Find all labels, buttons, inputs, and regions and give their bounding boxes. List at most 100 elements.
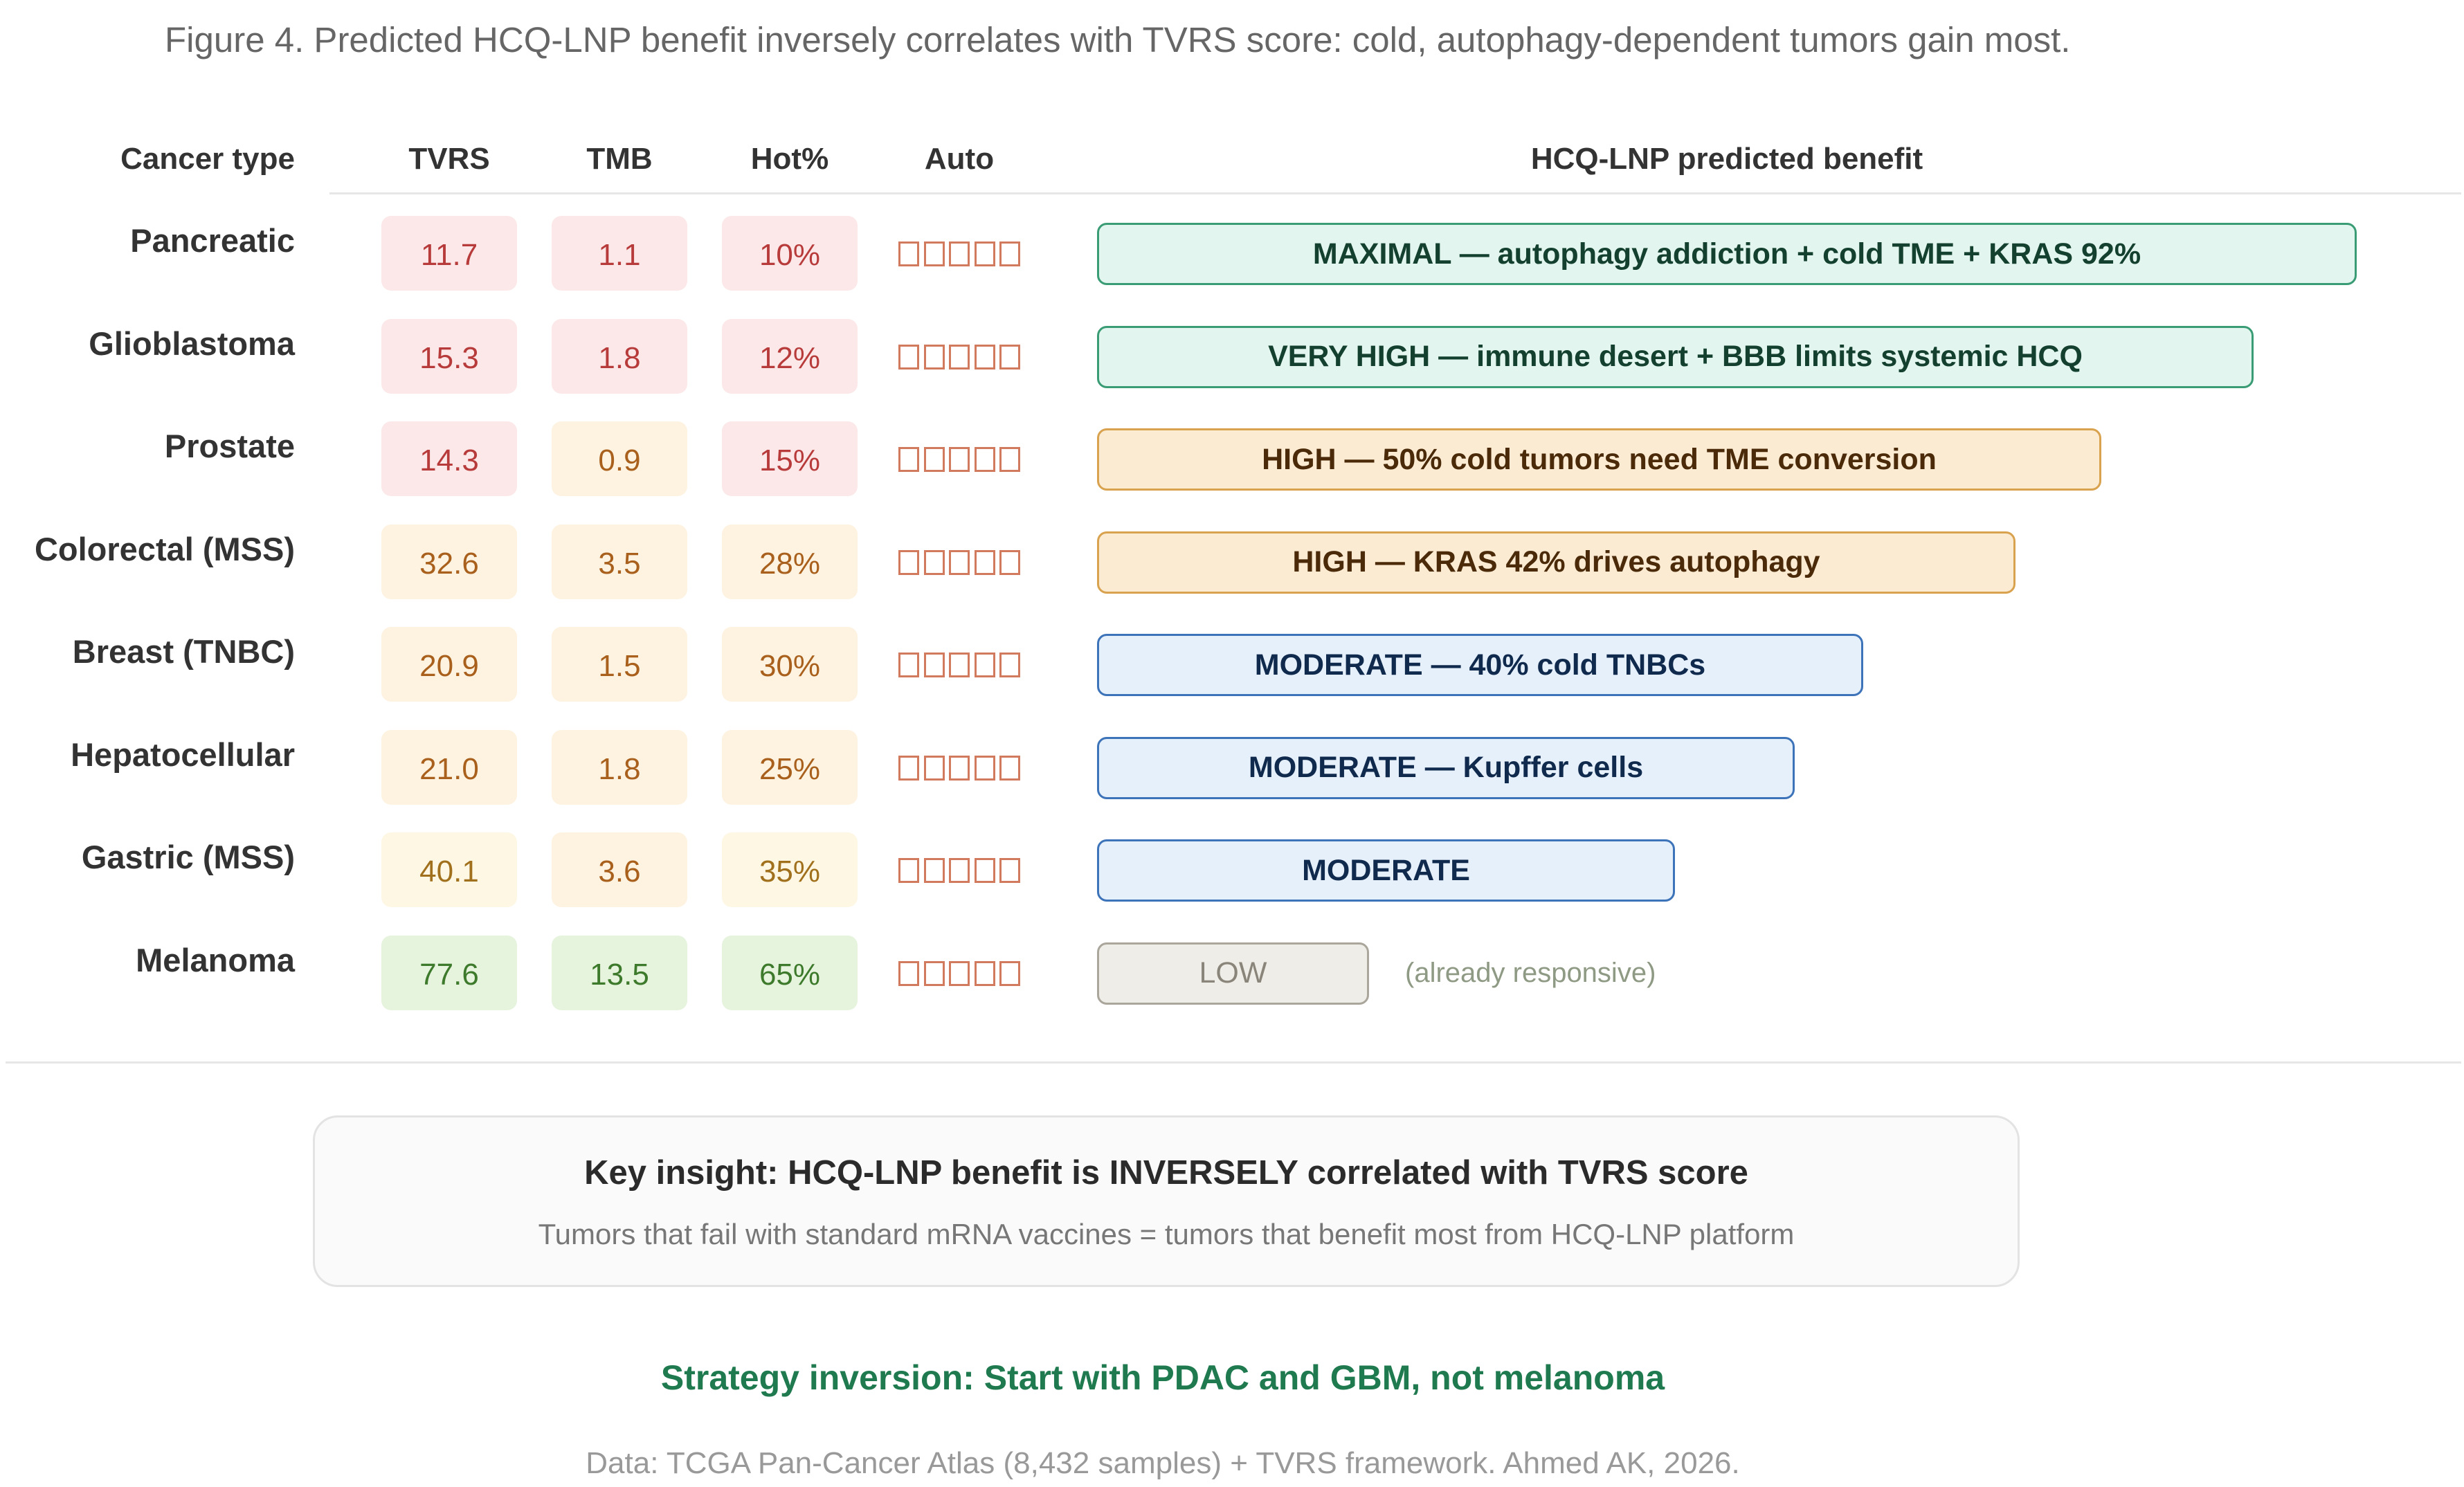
column-header-cancer-type: Cancer type (120, 142, 295, 176)
autophagy-box-icon (999, 858, 1020, 883)
column-header-auto: Auto (924, 142, 995, 176)
autophagy-box-icon (974, 653, 995, 677)
autophagy-box-icon (999, 549, 1020, 575)
hot-percent-cell: 12% (722, 318, 858, 394)
autophagy-box-icon (949, 549, 970, 575)
tmb-cell: 1.5 (552, 627, 687, 702)
autophagy-box-icon (898, 549, 919, 575)
autophagy-box-icon (949, 241, 970, 266)
autophagy-box-icon (923, 241, 945, 266)
hot-percent-cell: 10% (722, 216, 858, 291)
autophagy-box-icon (999, 447, 1020, 472)
autophagy-box-icon (898, 653, 919, 677)
header-divider (329, 192, 2461, 194)
benefit-bar: HIGH — KRAS 42% drives autophagy (1097, 531, 2015, 594)
benefit-bar: MODERATE — 40% cold TNBCs (1097, 634, 1863, 696)
autophagy-indicator (898, 237, 1020, 271)
hot-percent-cell: 25% (722, 729, 858, 805)
autophagy-box-icon (898, 755, 919, 781)
autophagy-box-icon (999, 653, 1020, 677)
cancer-type-label: Glioblastoma (89, 325, 295, 362)
cancer-type-label: Gastric (MSS) (81, 839, 295, 875)
hot-percent-cell: 65% (722, 935, 858, 1010)
benefit-bar: VERY HIGH — immune desert + BBB limits s… (1097, 325, 2254, 388)
cancer-type-label: Hepatocellular (71, 736, 295, 773)
autophagy-box-icon (923, 960, 945, 986)
autophagy-box-icon (898, 344, 919, 370)
insight-title: Key insight: HCQ-LNP benefit is INVERSEL… (584, 1154, 1748, 1192)
autophagy-box-icon (999, 960, 1020, 986)
hot-percent-cell: 35% (722, 832, 858, 907)
column-header-hot-percent: Hot% (750, 142, 829, 176)
benefit-bar: HIGH — 50% cold tumors need TME conversi… (1097, 428, 2101, 491)
tvrs-cell: 32.6 (381, 524, 517, 599)
tvrs-cell: 20.9 (381, 627, 517, 702)
tmb-cell: 3.6 (552, 832, 687, 907)
column-header-benefit: HCQ-LNP predicted benefit (1530, 142, 1923, 176)
tmb-cell: 3.5 (552, 524, 687, 599)
autophagy-box-icon (949, 755, 970, 781)
autophagy-indicator (898, 751, 1020, 785)
autophagy-indicator (898, 340, 1020, 374)
benefit-bar: MODERATE — Kupffer cells (1097, 736, 1795, 799)
tvrs-cell: 15.3 (381, 318, 517, 394)
autophagy-box-icon (923, 858, 945, 883)
column-header-tmb: TMB (586, 142, 653, 176)
autophagy-box-icon (949, 447, 970, 472)
autophagy-box-icon (923, 447, 945, 472)
tmb-cell: 13.5 (552, 935, 687, 1010)
table-bottom-divider (6, 1061, 2461, 1064)
autophagy-box-icon (949, 960, 970, 986)
table-row: Gastric (MSS) 40.1 3.6 35% MODERATE (0, 832, 2464, 907)
strategy-statement: Strategy inversion: Start with PDAC and … (660, 1358, 1665, 1397)
cancer-type-label: Pancreatic (130, 222, 295, 259)
figure-caption: Figure 4. Predicted HCQ-LNP benefit inve… (165, 20, 2071, 60)
tmb-cell: 1.8 (552, 729, 687, 805)
autophagy-indicator (898, 545, 1020, 580)
table-row: Pancreatic 11.7 1.1 10% MAXIMAL — autophagy … (0, 216, 2464, 291)
tvrs-cell: 21.0 (381, 729, 517, 805)
insight-subtitle: Tumors that fail with standard mRNA vacc… (538, 1218, 1795, 1250)
autophagy-box-icon (898, 241, 919, 266)
table-row: Melanoma 77.6 13.5 65% LOW (already responsiv… (0, 935, 2464, 1010)
cancer-type-label: Melanoma (136, 941, 295, 978)
autophagy-box-icon (898, 960, 919, 986)
autophagy-box-icon (949, 858, 970, 883)
hot-percent-cell: 15% (722, 421, 858, 496)
cancer-type-label: Colorectal (MSS) (34, 530, 295, 567)
table-row: Hepatocellular 21.0 1.8 25% MODERATE — Kupff… (0, 729, 2464, 805)
tvrs-cell: 14.3 (381, 421, 517, 496)
autophagy-indicator (898, 648, 1020, 682)
autophagy-box-icon (974, 447, 995, 472)
benefit-note: (already responsive) (1405, 957, 1656, 988)
cancer-type-label: Breast (TNBC) (72, 633, 295, 670)
tvrs-cell: 40.1 (381, 832, 517, 907)
table-row: Prostate 14.3 0.9 15% HIGH — 50% cold tumors… (0, 421, 2464, 496)
autophagy-box-icon (898, 447, 919, 472)
key-insight-box: Key insight: HCQ-LNP benefit is INVERSEL… (313, 1115, 2020, 1287)
autophagy-box-icon (999, 241, 1020, 266)
tvrs-cell: 11.7 (381, 216, 517, 291)
autophagy-box-icon (999, 344, 1020, 370)
benefit-bar: LOW (1097, 942, 1369, 1005)
autophagy-box-icon (974, 241, 995, 266)
autophagy-box-icon (923, 549, 945, 575)
autophagy-box-icon (999, 755, 1020, 781)
tmb-cell: 1.8 (552, 318, 687, 394)
autophagy-indicator (898, 956, 1020, 991)
autophagy-box-icon (974, 344, 995, 370)
autophagy-box-icon (923, 755, 945, 781)
autophagy-box-icon (923, 344, 945, 370)
hot-percent-cell: 30% (722, 627, 858, 702)
autophagy-box-icon (898, 858, 919, 883)
autophagy-indicator (898, 442, 1020, 477)
cancer-type-label: Prostate (164, 428, 295, 464)
table-row: Colorectal (MSS) 32.6 3.5 28% HIGH — KRAS 42… (0, 524, 2464, 599)
autophagy-box-icon (949, 344, 970, 370)
autophagy-indicator (898, 853, 1020, 888)
autophagy-box-icon (923, 653, 945, 677)
data-source-note: Data: TCGA Pan-Cancer Atlas (8,432 sampl… (586, 1446, 1740, 1480)
benefit-bar: MODERATE (1097, 839, 1675, 902)
tmb-cell: 0.9 (552, 421, 687, 496)
autophagy-box-icon (974, 858, 995, 883)
